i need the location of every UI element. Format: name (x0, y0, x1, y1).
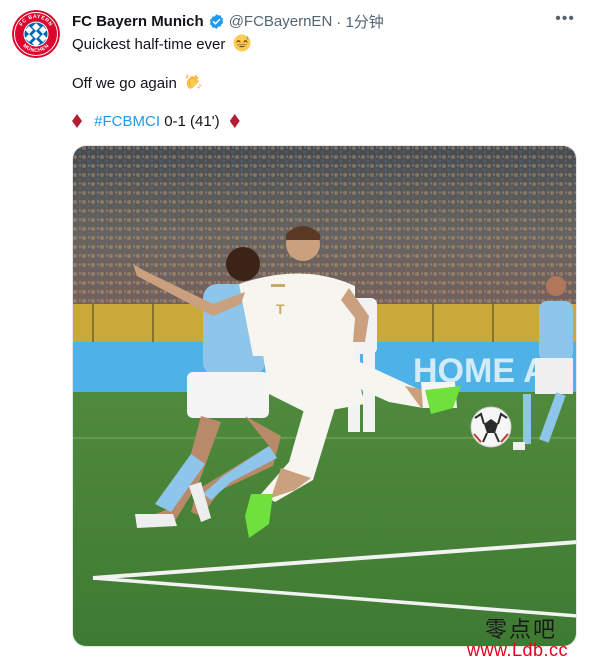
watermark-url: www.Ldb.cc (467, 640, 569, 660)
football-match-photo: HOME A T (73, 146, 576, 646)
timestamp[interactable]: · 1分钟 (336, 11, 384, 32)
tweet-text-1: Quickest half-time ever (72, 36, 226, 53)
clapping-hands-emoji (185, 74, 202, 89)
account-handle[interactable]: @FCBayernEN (229, 13, 333, 30)
tweet-photo[interactable]: HOME A T (72, 145, 577, 647)
display-name[interactable]: FC Bayern Munich (72, 13, 204, 30)
fc-bayern-logo: FC BAYERN MÜNCHEN (12, 10, 60, 58)
tweet-line-1: Quickest half-time ever (72, 34, 251, 53)
verified-badge-icon (209, 13, 223, 29)
red-diamond-icon (72, 114, 82, 128)
avatar[interactable]: FC BAYERN MÜNCHEN (12, 10, 60, 58)
grinning-sweat-emoji (233, 34, 251, 52)
tweet-header: FC Bayern Munich @FCBayernEN · 1分钟 (72, 11, 575, 31)
tweet-line-2: Off we go again (72, 73, 202, 92)
tweet-text-2: Off we go again (72, 75, 177, 92)
red-diamond-icon (229, 114, 240, 128)
tweet-line-3: #FCBMCI 0-1 (41') (72, 113, 240, 130)
svg-text:T: T (276, 301, 285, 317)
more-options-icon[interactable]: ••• (555, 10, 575, 28)
score-text: 0-1 (41') (164, 113, 220, 130)
hashtag-link[interactable]: #FCBMCI (94, 113, 160, 130)
